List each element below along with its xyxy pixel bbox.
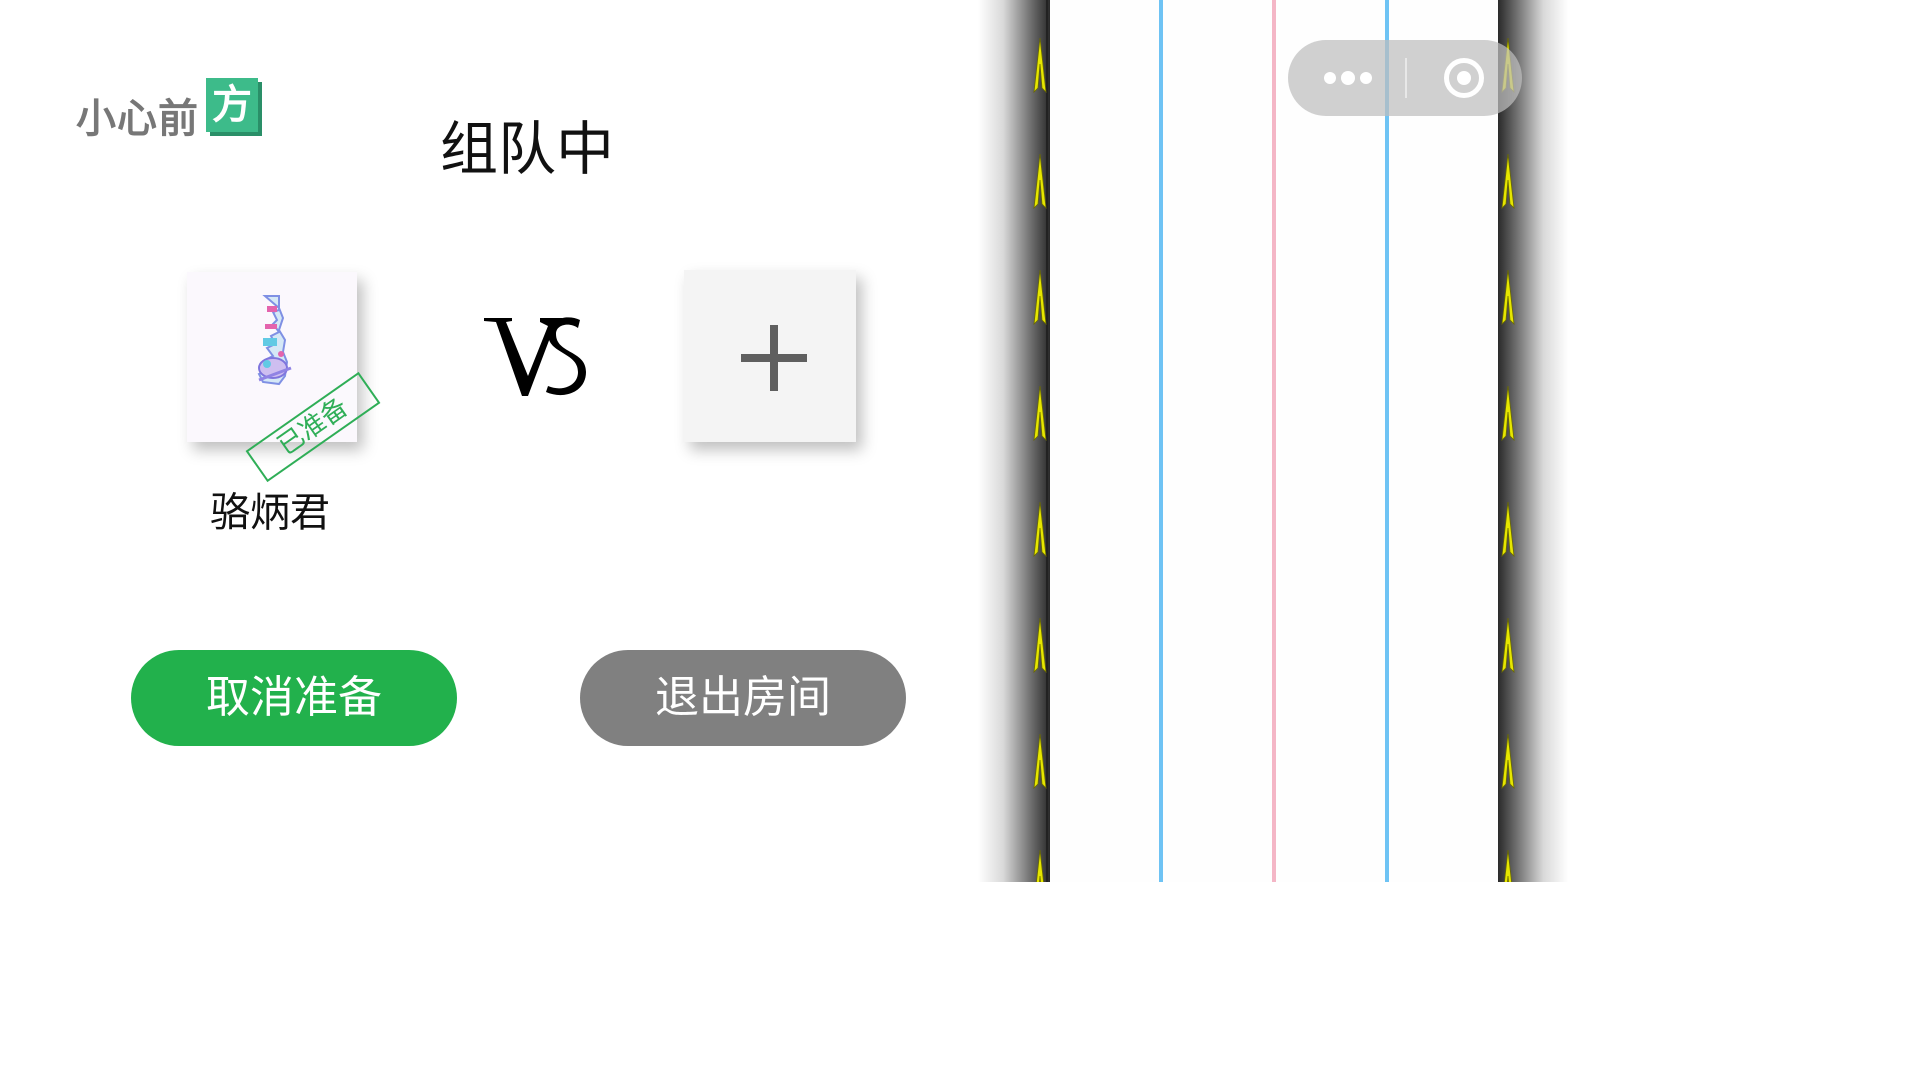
track-chevron [1504,849,1512,882]
exit-room-button[interactable]: 退出房间 [580,650,906,746]
track-chevron [1033,733,1047,790]
race-track [978,0,1568,882]
logo-box: 方 [206,78,258,132]
track-chevron [1033,153,1047,210]
track-chevron [1033,385,1047,442]
player-name: 骆炳君 [210,490,330,536]
app-root: 小心前 方 组队中 已准备 骆炳君 取消准备 退出房间 [0,0,1568,882]
track-chevron [1033,269,1047,326]
more-dots-icon [1324,72,1336,84]
track-chevron [1033,501,1047,558]
logo-text: 小心前 [76,96,199,142]
cancel-ready-button[interactable]: 取消准备 [131,650,457,746]
track-chevron [1036,849,1044,882]
more-button[interactable] [1288,40,1404,116]
track-chevron [1501,385,1515,442]
mini-program-capsule [1288,40,1522,116]
chevron-right-group [1501,37,1515,882]
add-player-slot[interactable] [684,270,856,442]
more-dots-icon [1341,71,1355,85]
more-dots-icon [1360,72,1372,84]
track-chevron [1501,617,1515,674]
track-chevron [1501,269,1515,326]
page-title: 组队中 [440,115,615,183]
track-chevron [1033,37,1047,94]
lane-line-blue [1159,0,1163,882]
track-chevron [1501,501,1515,558]
plus-icon [770,325,778,391]
close-button[interactable] [1406,40,1522,116]
target-icon [1457,71,1471,85]
track-lanes [1033,0,1515,882]
track-chevron [1501,153,1515,210]
track-chevron [1501,733,1515,790]
lane-line-pink [1272,0,1276,882]
chevron-left-group [1033,37,1047,882]
track-chevron [1033,617,1047,674]
vs-icon [484,317,586,396]
lane-line-blue [1385,0,1389,882]
